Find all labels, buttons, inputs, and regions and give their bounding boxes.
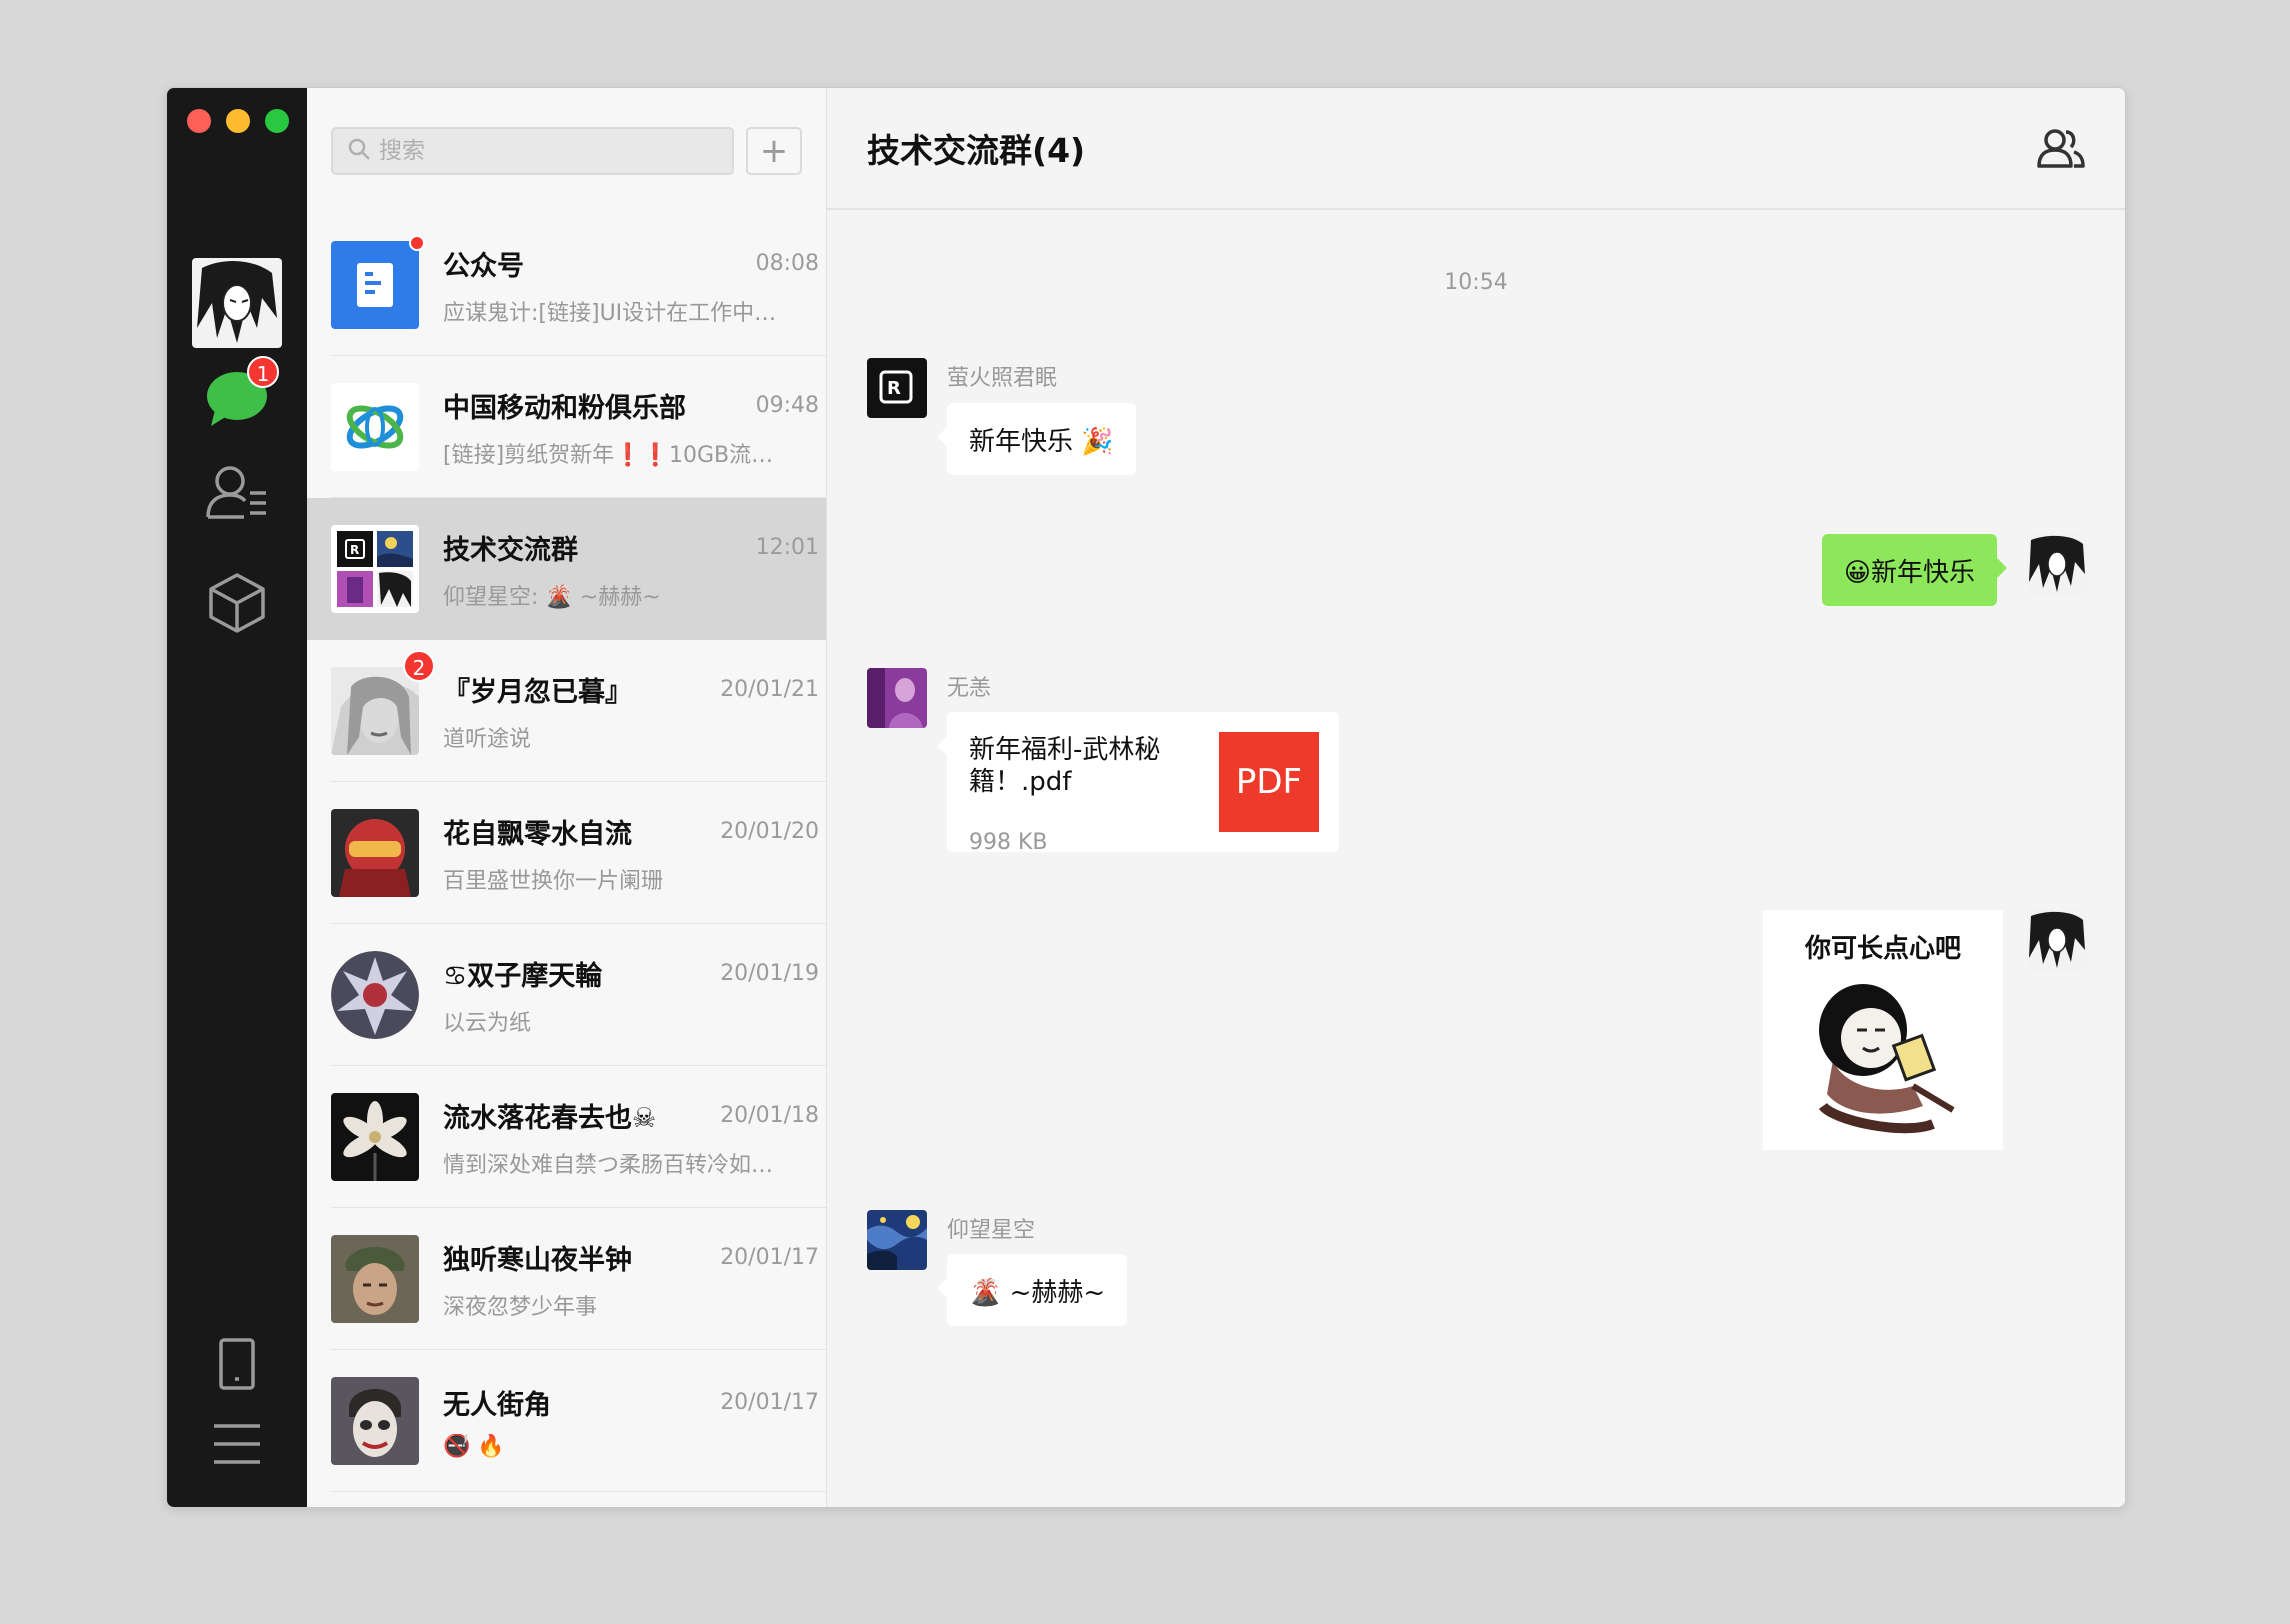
- my-avatar[interactable]: [2027, 534, 2087, 594]
- conversation-title: 技术交流群(4): [867, 131, 1086, 170]
- chat-name: 『岁月忽已暮』: [443, 676, 632, 708]
- chat-time: 09:48: [755, 392, 819, 418]
- chat-time: 20/01/21: [720, 676, 819, 702]
- search-bar: +: [307, 88, 826, 214]
- avatar: [331, 1093, 419, 1181]
- conversation-panel: 技术交流群(4) 10:54 R 萤火照君眠 新年快乐 🎉 😀新年快乐 无恙 新…: [827, 88, 2125, 1507]
- avatar: [331, 809, 419, 897]
- chat-item-midnight-bell[interactable]: 独听寒山夜半钟 20/01/17 深夜忽梦少年事: [307, 1208, 826, 1350]
- avatar: [331, 235, 425, 329]
- sticker-message[interactable]: 你可长点心吧: [1763, 910, 2003, 1150]
- phone-icon[interactable]: [197, 1324, 277, 1404]
- chat-time: 12:01: [755, 534, 819, 560]
- chat-preview: 仰望星空: 🌋 ~赫赫~: [443, 584, 661, 610]
- group-avatar: R: [331, 525, 419, 613]
- search-icon: [347, 137, 371, 165]
- avatar: [331, 383, 419, 471]
- app-window: 1 搜索 + 公众号 08:08 应谋鬼计:[链接]UI设计在工作中… 中国移动…: [166, 87, 2126, 1508]
- chat-time: 20/01/19: [720, 960, 819, 986]
- chat-time: 20/01/17: [720, 1390, 819, 1415]
- chat-preview: 以云为纸: [443, 1010, 532, 1036]
- sender-name: 无恙: [947, 676, 992, 701]
- search-input[interactable]: [379, 138, 679, 164]
- pdf-file-icon: PDF: [1219, 732, 1319, 832]
- file-message-card[interactable]: 新年福利-武林秘籍！.pdf 998 KB PDF: [937, 712, 1339, 855]
- chat-time: 20/01/20: [720, 818, 819, 844]
- chat-item-china-mobile[interactable]: 中国移动和粉俱乐部 09:48 [链接]剪纸贺新年❗❗10GB流…: [307, 356, 826, 498]
- contacts-icon[interactable]: [197, 451, 277, 531]
- svg-text:R: R: [887, 378, 901, 399]
- menu-icon[interactable]: [197, 1404, 277, 1484]
- chat-preview: 深夜忽梦少年事: [443, 1294, 598, 1320]
- minimize-window-button[interactable]: [226, 109, 250, 133]
- chat-preview: 百里盛世换你一片阑珊: [443, 868, 664, 894]
- chat-unread-badge: 1: [247, 356, 279, 388]
- chat-name: 花自飘零水自流: [443, 818, 632, 850]
- sender-name: 萤火照君眠: [947, 366, 1058, 391]
- box-icon[interactable]: [197, 563, 277, 643]
- svg-text:R: R: [350, 543, 359, 557]
- avatar: [331, 951, 419, 1039]
- message-timestamp: 10:54: [1444, 270, 1508, 295]
- close-window-button[interactable]: [187, 109, 211, 133]
- chat-item-official-accounts[interactable]: 公众号 08:08 应谋鬼计:[链接]UI设计在工作中…: [307, 214, 826, 356]
- unread-dot: [409, 235, 425, 251]
- window-controls: [187, 109, 289, 133]
- chat-preview: [链接]剪纸贺新年❗❗10GB流…: [443, 442, 774, 468]
- unread-count-badge: 2: [403, 650, 435, 682]
- chat-time: 20/01/18: [720, 1102, 819, 1128]
- file-name: 新年福利-武林秘籍！.pdf: [969, 735, 1161, 797]
- chat-item-tech-group[interactable]: R 技术交流群 12:01 仰望星空: 🌋 ~赫赫~: [307, 498, 826, 640]
- add-chat-button[interactable]: +: [746, 127, 802, 175]
- chat-preview: 情到深处难自禁つ柔肠百转冷如…: [443, 1152, 774, 1178]
- my-avatar[interactable]: [192, 258, 282, 348]
- sender-name: 仰望星空: [947, 1218, 1036, 1243]
- chat-preview: 🚭 🔥: [443, 1434, 505, 1459]
- group-members-icon[interactable]: [2035, 122, 2087, 174]
- my-message-bubble[interactable]: 😀新年快乐: [1821, 534, 2008, 606]
- avatar: [331, 1377, 419, 1465]
- sender-avatar[interactable]: [867, 668, 927, 728]
- file-size: 998 KB: [969, 830, 1048, 855]
- chat-name: 独听寒山夜半钟: [443, 1244, 632, 1276]
- chat-item-empty-street[interactable]: 无人街角 20/01/17 🚭 🔥: [307, 1350, 826, 1492]
- chat-icon[interactable]: 1: [197, 356, 279, 440]
- sticker-image: [1818, 984, 1955, 1134]
- chat-name: ♋双子摩天輪: [443, 960, 603, 992]
- nav-rail: 1: [167, 88, 307, 1507]
- chat-preview: 道听途说: [443, 726, 532, 752]
- avatar: [331, 667, 419, 755]
- message-bubble[interactable]: 新年快乐 🎉: [937, 403, 1136, 475]
- message-bubble[interactable]: 🌋 ~赫赫~: [936, 1254, 1128, 1326]
- chat-name: 流水落花春去也☠: [443, 1102, 657, 1134]
- sender-avatar[interactable]: R: [867, 358, 927, 418]
- chat-item-ferris-wheel[interactable]: ♋双子摩天輪 20/01/19 以云为纸: [307, 924, 826, 1066]
- chat-name: 中国移动和粉俱乐部: [443, 392, 686, 424]
- chat-item-falling-petals[interactable]: 流水落花春去也☠ 20/01/18 情到深处难自禁つ柔肠百转冷如…: [307, 1066, 826, 1208]
- sender-avatar[interactable]: [867, 1210, 927, 1270]
- chat-item-years-gone[interactable]: 2 『岁月忽已暮』 20/01/21 道听途说: [307, 640, 826, 782]
- chat-time: 20/01/17: [720, 1244, 819, 1270]
- chat-time: 08:08: [755, 250, 819, 276]
- chat-name: 无人街角: [443, 1390, 551, 1421]
- chat-name: 技术交流群: [443, 534, 578, 566]
- chat-name: 公众号: [443, 250, 524, 282]
- avatar: [331, 1235, 419, 1323]
- maximize-window-button[interactable]: [265, 109, 289, 133]
- chat-list-panel: + 公众号 08:08 应谋鬼计:[链接]UI设计在工作中: [307, 88, 827, 1507]
- chat-item-flowers-drift[interactable]: 花自飘零水自流 20/01/20 百里盛世换你一片阑珊: [307, 782, 826, 924]
- chat-preview: 应谋鬼计:[链接]UI设计在工作中…: [443, 300, 777, 326]
- my-avatar[interactable]: [2027, 910, 2087, 970]
- search-box[interactable]: [331, 127, 734, 175]
- conversation-header: 技术交流群(4): [827, 88, 2125, 210]
